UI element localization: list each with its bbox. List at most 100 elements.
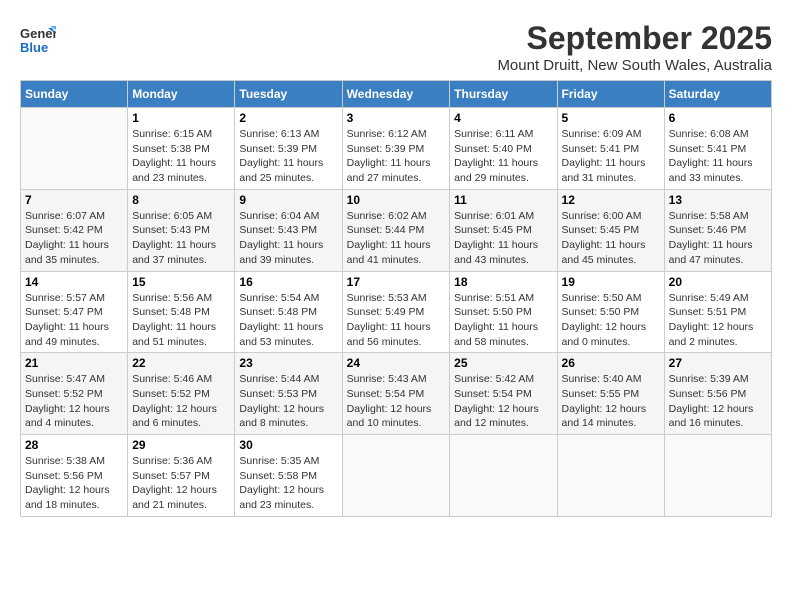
day-number: 23: [239, 356, 337, 370]
calendar-cell: [450, 435, 557, 517]
cell-content: Sunrise: 5:51 AM Sunset: 5:50 PM Dayligh…: [454, 291, 552, 350]
cell-content: Sunrise: 5:46 AM Sunset: 5:52 PM Dayligh…: [132, 372, 230, 431]
day-number: 16: [239, 275, 337, 289]
calendar-cell: 28Sunrise: 5:38 AM Sunset: 5:56 PM Dayli…: [21, 435, 128, 517]
column-header-thursday: Thursday: [450, 81, 557, 108]
cell-content: Sunrise: 5:40 AM Sunset: 5:55 PM Dayligh…: [562, 372, 660, 431]
cell-content: Sunrise: 5:36 AM Sunset: 5:57 PM Dayligh…: [132, 454, 230, 513]
day-number: 7: [25, 193, 123, 207]
cell-content: Sunrise: 5:43 AM Sunset: 5:54 PM Dayligh…: [347, 372, 446, 431]
calendar-cell: 25 Sunrise: 5:42 AM Sunset: 5:54 PM Dayli…: [450, 353, 557, 435]
calendar-cell: 30Sunrise: 5:35 AM Sunset: 5:58 PM Dayli…: [235, 435, 342, 517]
cell-content: Sunrise: 6:13 AM Sunset: 5:39 PM Dayligh…: [239, 127, 337, 186]
calendar-cell: 19 Sunrise: 5:50 AM Sunset: 5:50 PM Dayli…: [557, 271, 664, 353]
cell-content: Sunrise: 6:02 AM Sunset: 5:44 PM Dayligh…: [347, 209, 446, 268]
day-number: 19: [562, 275, 660, 289]
column-header-wednesday: Wednesday: [342, 81, 450, 108]
calendar-cell: 20Sunrise: 5:49 AM Sunset: 5:51 PM Dayli…: [664, 271, 771, 353]
calendar-cell: 15 Sunrise: 5:56 AM Sunset: 5:48 PM Dayli…: [128, 271, 235, 353]
cell-content: Sunrise: 6:01 AM Sunset: 5:45 PM Dayligh…: [454, 209, 552, 268]
cell-content: Sunrise: 6:04 AM Sunset: 5:43 PM Dayligh…: [239, 209, 337, 268]
day-number: 8: [132, 193, 230, 207]
calendar-cell: 1 Sunrise: 6:15 AM Sunset: 5:38 PM Daylig…: [128, 108, 235, 190]
day-number: 12: [562, 193, 660, 207]
day-number: 5: [562, 111, 660, 125]
cell-content: Sunrise: 5:35 AM Sunset: 5:58 PM Dayligh…: [239, 454, 337, 513]
calendar-cell: 17Sunrise: 5:53 AM Sunset: 5:49 PM Dayli…: [342, 271, 450, 353]
svg-text:Blue: Blue: [20, 40, 48, 55]
calendar-cell: 11Sunrise: 6:01 AM Sunset: 5:45 PM Dayli…: [450, 189, 557, 271]
calendar-cell: 6Sunrise: 6:08 AM Sunset: 5:41 PM Daylig…: [664, 108, 771, 190]
day-number: 29: [132, 438, 230, 452]
calendar-cell: 26 Sunrise: 5:40 AM Sunset: 5:55 PM Dayli…: [557, 353, 664, 435]
calendar-cell: 3 Sunrise: 6:12 AM Sunset: 5:39 PM Daylig…: [342, 108, 450, 190]
cell-content: Sunrise: 5:56 AM Sunset: 5:48 PM Dayligh…: [132, 291, 230, 350]
calendar-week-row: 1 Sunrise: 6:15 AM Sunset: 5:38 PM Daylig…: [21, 108, 772, 190]
calendar-cell: 9 Sunrise: 6:04 AM Sunset: 5:43 PM Daylig…: [235, 189, 342, 271]
calendar-cell: 7 Sunrise: 6:07 AM Sunset: 5:42 PM Daylig…: [21, 189, 128, 271]
cell-content: Sunrise: 5:42 AM Sunset: 5:54 PM Dayligh…: [454, 372, 552, 431]
calendar-cell: 22 Sunrise: 5:46 AM Sunset: 5:52 PM Dayli…: [128, 353, 235, 435]
day-number: 26: [562, 356, 660, 370]
day-number: 9: [239, 193, 337, 207]
logo: General Blue: [20, 20, 60, 56]
calendar-cell: 27 Sunrise: 5:39 AM Sunset: 5:56 PM Dayli…: [664, 353, 771, 435]
title-section: September 2025 Mount Druitt, New South W…: [497, 20, 772, 74]
calendar-cell: 2 Sunrise: 6:13 AM Sunset: 5:39 PM Daylig…: [235, 108, 342, 190]
calendar-header-row: SundayMondayTuesdayWednesdayThursdayFrid…: [21, 81, 772, 108]
day-number: 27: [669, 356, 767, 370]
cell-content: Sunrise: 6:07 AM Sunset: 5:42 PM Dayligh…: [25, 209, 123, 268]
logo-icon: General Blue: [20, 20, 56, 56]
calendar-cell: 21 Sunrise: 5:47 AM Sunset: 5:52 PM Dayli…: [21, 353, 128, 435]
day-number: 10: [347, 193, 446, 207]
calendar-week-row: 21 Sunrise: 5:47 AM Sunset: 5:52 PM Dayli…: [21, 353, 772, 435]
cell-content: Sunrise: 6:12 AM Sunset: 5:39 PM Dayligh…: [347, 127, 446, 186]
day-number: 25: [454, 356, 552, 370]
day-number: 1: [132, 111, 230, 125]
day-number: 6: [669, 111, 767, 125]
column-header-monday: Monday: [128, 81, 235, 108]
cell-content: Sunrise: 6:09 AM Sunset: 5:41 PM Dayligh…: [562, 127, 660, 186]
calendar-cell: [557, 435, 664, 517]
cell-content: Sunrise: 5:53 AM Sunset: 5:49 PM Dayligh…: [347, 291, 446, 350]
cell-content: Sunrise: 5:57 AM Sunset: 5:47 PM Dayligh…: [25, 291, 123, 350]
calendar-cell: 8 Sunrise: 6:05 AM Sunset: 5:43 PM Daylig…: [128, 189, 235, 271]
calendar-cell: 23 Sunrise: 5:44 AM Sunset: 5:53 PM Dayli…: [235, 353, 342, 435]
cell-content: Sunrise: 6:15 AM Sunset: 5:38 PM Dayligh…: [132, 127, 230, 186]
calendar-cell: 13Sunrise: 5:58 AM Sunset: 5:46 PM Dayli…: [664, 189, 771, 271]
cell-content: Sunrise: 5:49 AM Sunset: 5:51 PM Dayligh…: [669, 291, 767, 350]
cell-content: Sunrise: 6:00 AM Sunset: 5:45 PM Dayligh…: [562, 209, 660, 268]
calendar-cell: [342, 435, 450, 517]
day-number: 2: [239, 111, 337, 125]
day-number: 21: [25, 356, 123, 370]
column-header-sunday: Sunday: [21, 81, 128, 108]
day-number: 3: [347, 111, 446, 125]
cell-content: Sunrise: 5:38 AM Sunset: 5:56 PM Dayligh…: [25, 454, 123, 513]
calendar-week-row: 28Sunrise: 5:38 AM Sunset: 5:56 PM Dayli…: [21, 435, 772, 517]
calendar-week-row: 14Sunrise: 5:57 AM Sunset: 5:47 PM Dayli…: [21, 271, 772, 353]
day-number: 15: [132, 275, 230, 289]
day-number: 4: [454, 111, 552, 125]
calendar-cell: 5 Sunrise: 6:09 AM Sunset: 5:41 PM Daylig…: [557, 108, 664, 190]
calendar-cell: 4 Sunrise: 6:11 AM Sunset: 5:40 PM Daylig…: [450, 108, 557, 190]
calendar-cell: 12 Sunrise: 6:00 AM Sunset: 5:45 PM Dayli…: [557, 189, 664, 271]
cell-content: Sunrise: 5:47 AM Sunset: 5:52 PM Dayligh…: [25, 372, 123, 431]
cell-content: Sunrise: 5:50 AM Sunset: 5:50 PM Dayligh…: [562, 291, 660, 350]
cell-content: Sunrise: 5:54 AM Sunset: 5:48 PM Dayligh…: [239, 291, 337, 350]
calendar-cell: 18 Sunrise: 5:51 AM Sunset: 5:50 PM Dayli…: [450, 271, 557, 353]
calendar-cell: [21, 108, 128, 190]
cell-content: Sunrise: 5:58 AM Sunset: 5:46 PM Dayligh…: [669, 209, 767, 268]
top-row: General Blue September 2025 Mount Druitt…: [20, 20, 772, 74]
calendar-cell: 14Sunrise: 5:57 AM Sunset: 5:47 PM Dayli…: [21, 271, 128, 353]
location-title: Mount Druitt, New South Wales, Australia: [497, 57, 772, 74]
cell-content: Sunrise: 6:11 AM Sunset: 5:40 PM Dayligh…: [454, 127, 552, 186]
column-header-friday: Friday: [557, 81, 664, 108]
calendar-cell: 24Sunrise: 5:43 AM Sunset: 5:54 PM Dayli…: [342, 353, 450, 435]
page-container: General Blue September 2025 Mount Druitt…: [20, 20, 772, 517]
calendar-table: SundayMondayTuesdayWednesdayThursdayFrid…: [20, 80, 772, 517]
day-number: 18: [454, 275, 552, 289]
day-number: 22: [132, 356, 230, 370]
cell-content: Sunrise: 6:05 AM Sunset: 5:43 PM Dayligh…: [132, 209, 230, 268]
cell-content: Sunrise: 5:44 AM Sunset: 5:53 PM Dayligh…: [239, 372, 337, 431]
cell-content: Sunrise: 5:39 AM Sunset: 5:56 PM Dayligh…: [669, 372, 767, 431]
